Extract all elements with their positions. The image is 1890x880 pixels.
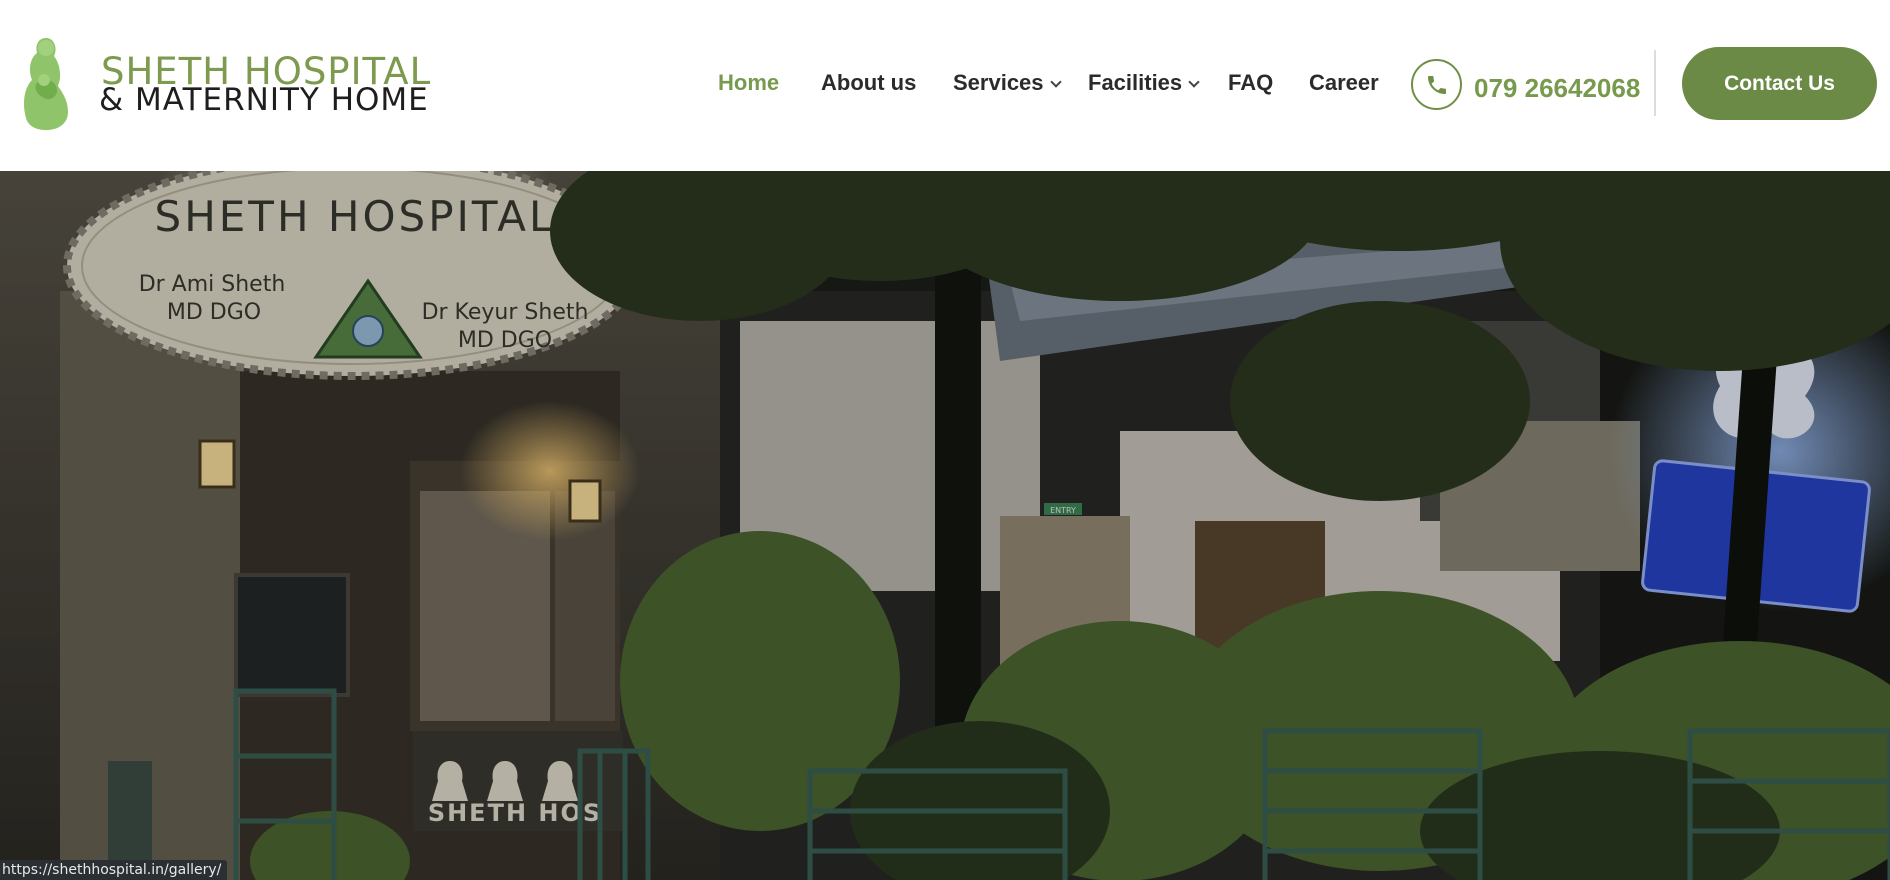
contact-us-button[interactable]: Contact Us [1682, 47, 1877, 120]
chevron-down-icon [1188, 76, 1200, 88]
nav-home[interactable]: Home [718, 70, 779, 96]
mother-child-logo-icon [24, 38, 68, 130]
nav-services[interactable]: Services [953, 70, 1062, 96]
nav-about-us[interactable]: About us [821, 70, 916, 96]
hospital-logo[interactable]: SHETH HOSPITAL & MATERNITY HOME [18, 34, 438, 138]
nav-faq[interactable]: FAQ [1228, 70, 1273, 96]
nav-facilities[interactable]: Facilities [1088, 70, 1200, 96]
nav-services-label: Services [953, 70, 1044, 95]
header-divider [1654, 50, 1656, 116]
hero-photo: SHETH HOSPITAL Dr Ami Sheth MD DGO Dr Ke… [0, 171, 1890, 880]
chevron-down-icon [1049, 76, 1062, 88]
hospital-night-photo: SHETH HOSPITAL Dr Ami Sheth MD DGO Dr Ke… [0, 171, 1890, 880]
nav-career[interactable]: Career [1309, 70, 1379, 96]
phone-number-link[interactable]: 079 26642068 [1474, 73, 1640, 104]
browser-status-url: https://shethhospital.in/gallery/ [0, 860, 228, 880]
phone-call-button[interactable] [1411, 59, 1462, 110]
logo-subtitle: & MATERNITY HOME [99, 82, 429, 118]
site-header: SHETH HOSPITAL & MATERNITY HOME Home Abo… [0, 0, 1890, 171]
nav-facilities-label: Facilities [1088, 70, 1183, 95]
phone-icon [1427, 75, 1446, 94]
